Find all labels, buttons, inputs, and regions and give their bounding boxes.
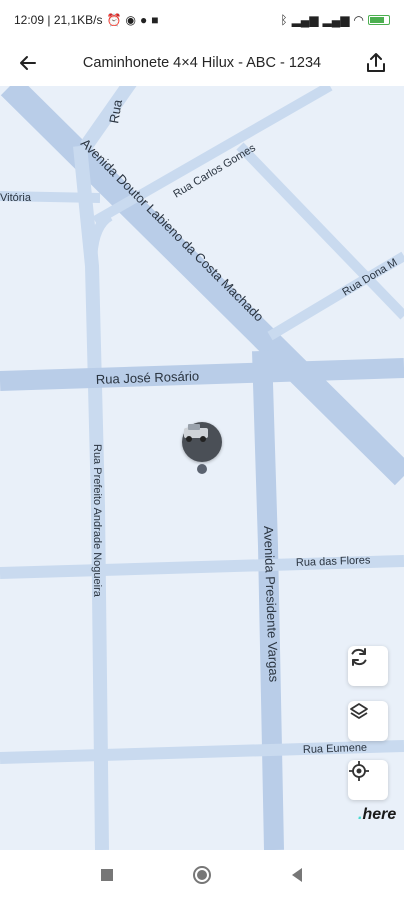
- street-label-rua-eumene: Rua Eumene: [303, 742, 368, 756]
- locate-button[interactable]: [348, 760, 388, 800]
- triangle-back-icon: [291, 868, 302, 882]
- status-time: 12:09 | 21,1KB/s: [14, 13, 103, 27]
- back-button[interactable]: [12, 47, 44, 79]
- truck-icon: [184, 424, 208, 442]
- circle-icon: [192, 866, 211, 884]
- system-nav-bar: [0, 850, 404, 900]
- map-view[interactable]: Rua Avenida Doutor Labieno da Costa Mach…: [0, 86, 404, 850]
- street-label-rua-top: Rua: [106, 98, 125, 125]
- locate-icon: [349, 761, 369, 781]
- battery-icon: [368, 15, 390, 25]
- wifi-icon: ◠: [353, 13, 364, 27]
- alarm-icon: ⏰: [106, 13, 122, 27]
- signal-icon-2: ▂▄▆: [322, 13, 350, 27]
- square-icon: [101, 869, 114, 881]
- vehicle-marker[interactable]: [182, 422, 222, 462]
- here-logo: .here: [358, 806, 397, 823]
- street-label-rua-prefeito: Rua Prefeito Andrade Nogueira: [91, 444, 103, 598]
- signal-icon: ▂▄▆: [291, 13, 319, 27]
- status-right: ᛒ ▂▄▆ ▂▄▆ ◠: [280, 14, 390, 26]
- refresh-button[interactable]: [348, 646, 388, 686]
- app-icon: ●: [139, 13, 148, 27]
- back-nav-button[interactable]: [279, 857, 315, 893]
- location-dot: [197, 464, 207, 474]
- layers-button[interactable]: [348, 701, 388, 741]
- bluetooth-icon: ᛒ: [280, 13, 288, 27]
- layers-icon: [350, 703, 368, 719]
- whatsapp-icon: ◉: [125, 13, 136, 27]
- app-header: Caminhonete 4×4 Hilux - ABC - 1234: [0, 40, 404, 86]
- share-button[interactable]: [360, 47, 392, 79]
- arrow-left-icon: [20, 56, 36, 70]
- status-bar: 12:09 | 21,1KB/s ⏰ ◉ ● ■ ᛒ ▂▄▆ ▂▄▆ ◠: [0, 0, 404, 40]
- recents-button[interactable]: [89, 857, 125, 893]
- page-title: Caminhonete 4×4 Hilux - ABC - 1234: [82, 55, 322, 71]
- home-button[interactable]: [184, 857, 220, 893]
- street-label-vitoria: Vitória: [0, 192, 32, 204]
- refresh-icon: [351, 648, 367, 666]
- share-icon: [367, 53, 385, 72]
- app-icon-2: ■: [151, 13, 159, 27]
- status-left: 12:09 | 21,1KB/s ⏰ ◉ ● ■: [14, 13, 158, 27]
